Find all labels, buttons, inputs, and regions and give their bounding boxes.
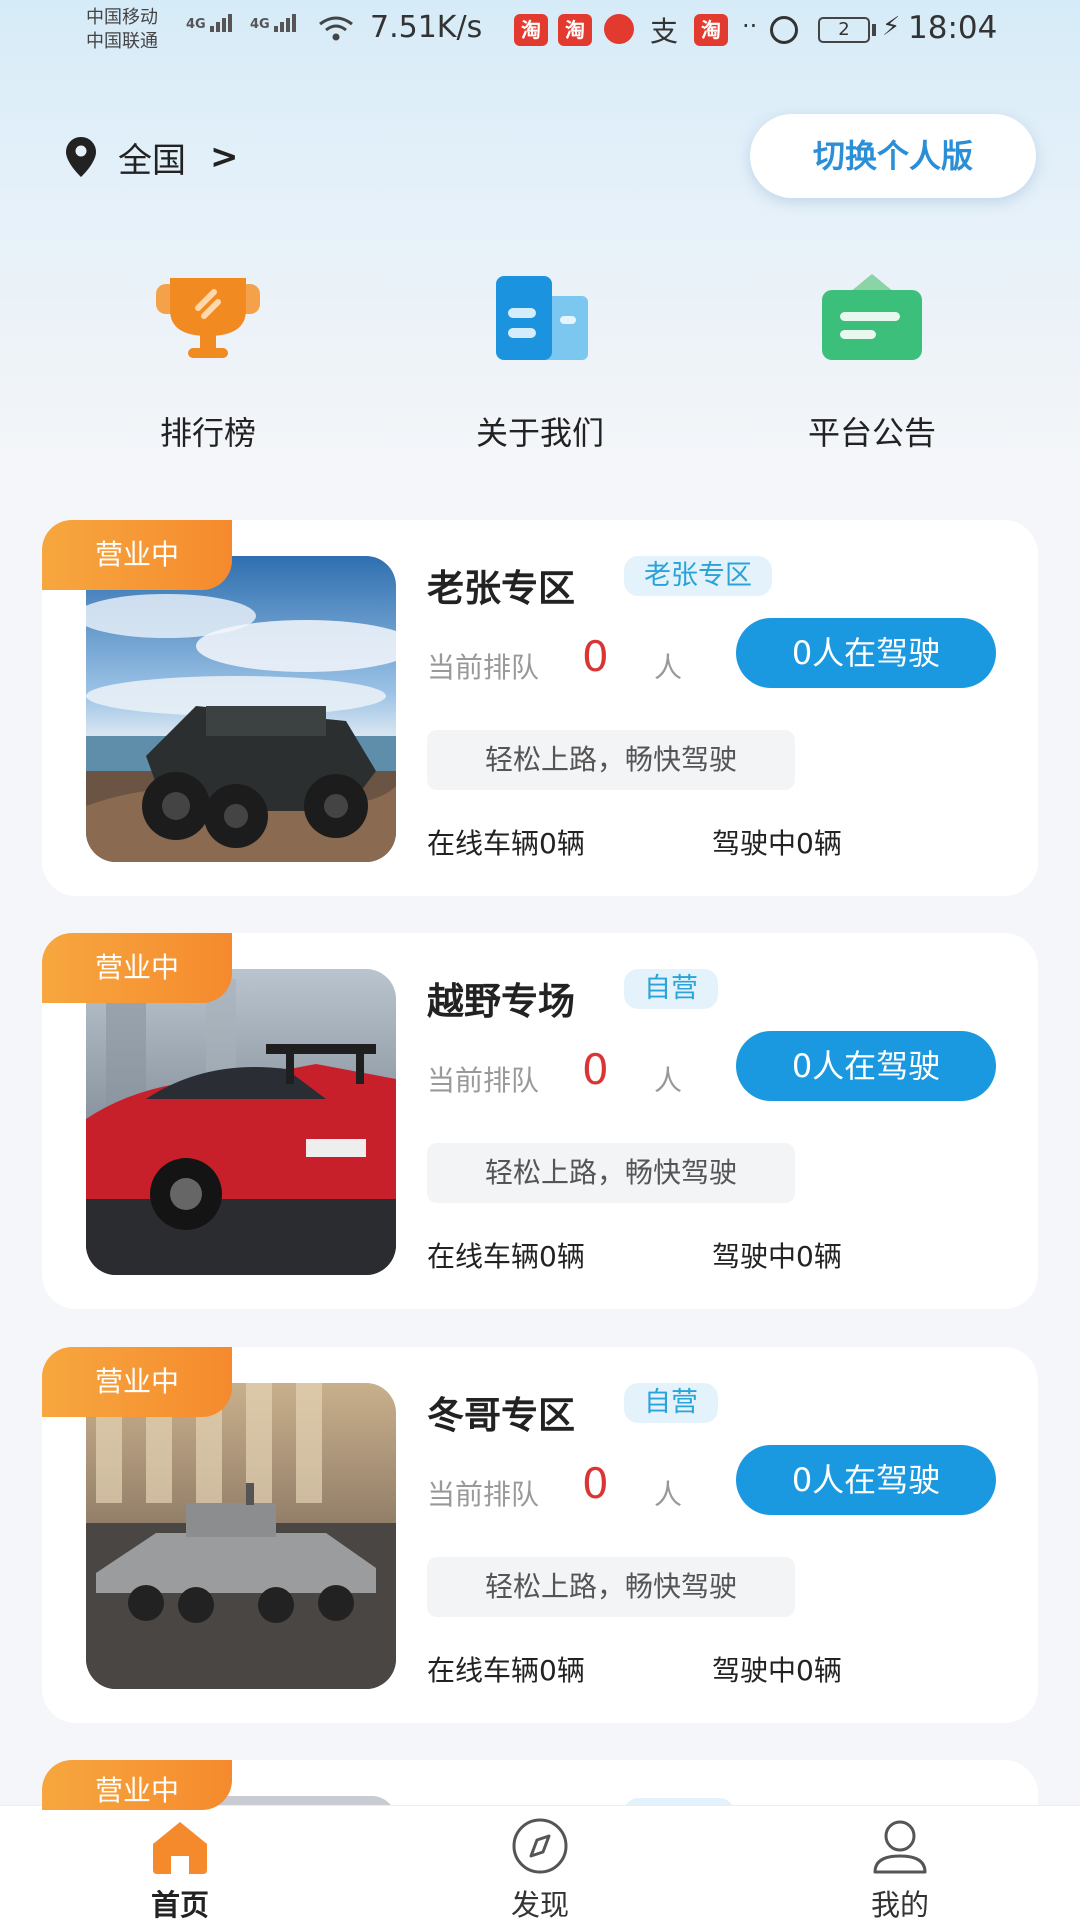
driving-vehicles: 驾驶中0辆 [712, 827, 842, 860]
alarm-icon [770, 16, 798, 44]
tab-discover[interactable]: 发现 [460, 1816, 620, 1920]
switch-personal-button[interactable]: 切换个人版 [750, 114, 1036, 198]
venue-title: 老张专区 [427, 567, 575, 610]
drivers-button[interactable]: 0人在驾驶 [736, 1445, 996, 1515]
online-vehicles: 在线车辆0辆 [427, 827, 585, 860]
tab-home-label: 首页 [150, 1888, 209, 1920]
user-icon [865, 1816, 935, 1876]
alipay-icon: 支 [650, 15, 679, 48]
tab-mine[interactable]: 我的 [820, 1816, 980, 1920]
venue-slogan: 轻松上路，畅快驾驶 [427, 1143, 795, 1203]
chevron-right-icon: > [210, 137, 239, 177]
nav-announcement-label: 平台公告 [807, 414, 936, 452]
carrier-2: 中国联通 [86, 31, 158, 52]
status-badge: 营业中 [42, 933, 232, 1003]
drivers-button[interactable]: 0人在驾驶 [736, 1031, 996, 1101]
app-badge-icon [604, 14, 634, 44]
venue-card[interactable]: 营业中 冬哥专区 自营 当前排队 0 人 0人在驾驶 轻松上路，畅快驾驶 在线车… [42, 1347, 1038, 1723]
signal-1-icon: 4G [186, 14, 234, 32]
status-badge: 营业中 [42, 1760, 232, 1810]
status-badge: 营业中 [42, 1347, 232, 1417]
queue-label: 当前排队 [427, 1478, 540, 1511]
venue-slogan: 轻松上路，畅快驾驶 [427, 730, 795, 790]
taobao-app-icon: 淘 [694, 14, 728, 46]
nav-announcement[interactable]: 平台公告 [762, 270, 982, 460]
location-label: 全国 [118, 140, 186, 181]
status-badge: 营业中 [42, 520, 232, 590]
charging-icon: ⚡ [882, 12, 901, 42]
signal-2-icon: 4G [250, 14, 298, 32]
battery-tip [872, 24, 876, 36]
bottom-tab-bar: 首页 发现 我的 [0, 1805, 1080, 1920]
queue-count: 0 [582, 632, 609, 681]
notice-board-icon [812, 270, 932, 370]
nav-ranking-label: 排行榜 [159, 414, 256, 452]
drivers-button[interactable]: 0人在驾驶 [736, 618, 996, 688]
venue-tag: 自营 [624, 969, 718, 1009]
queue-label: 当前排队 [427, 651, 540, 684]
driving-vehicles: 驾驶中0辆 [712, 1654, 842, 1687]
tab-discover-label: 发现 [510, 1888, 569, 1920]
tab-mine-label: 我的 [870, 1888, 929, 1920]
nav-ranking[interactable]: 排行榜 [98, 270, 318, 460]
nav-about-us[interactable]: 关于我们 [430, 270, 650, 460]
more-dots: ·· [742, 12, 758, 40]
venue-slogan: 轻松上路，畅快驾驶 [427, 1557, 795, 1617]
venue-tag: 老张专区 [624, 556, 772, 596]
venue-thumbnail [86, 1383, 396, 1689]
carrier-1: 中国移动 [86, 7, 158, 28]
home-icon [145, 1816, 215, 1876]
venue-title: 冬哥专区 [427, 1394, 575, 1437]
wifi-icon [316, 14, 356, 44]
taobao-app-icon: 淘 [558, 14, 592, 46]
compass-icon [505, 1816, 575, 1876]
net-type-1: 4G [186, 17, 206, 32]
status-bar: 中国移动 中国联通 4G 4G 7.51K/s 淘 淘 支 淘 ·· 2 ⚡ 1… [0, 0, 1080, 60]
driving-vehicles: 驾驶中0辆 [712, 1240, 842, 1273]
nav-about-label: 关于我们 [475, 414, 604, 452]
queue-count: 0 [582, 1459, 609, 1508]
tab-home[interactable]: 首页 [100, 1816, 260, 1920]
venue-card[interactable]: 营业中 老张专区 老张专区 当前排队 0 人 0人在驾驶 轻松上路，畅快驾驶 在… [42, 520, 1038, 896]
online-vehicles: 在线车辆0辆 [427, 1240, 585, 1273]
queue-count: 0 [582, 1045, 609, 1094]
trophy-icon [148, 270, 268, 370]
venue-thumbnail [86, 969, 396, 1275]
venue-card[interactable]: 营业中 越野专场 自营 当前排队 0 人 0人在驾驶 轻松上路，畅快驾驶 在线车… [42, 933, 1038, 1309]
building-icon [480, 270, 600, 370]
net-type-2: 4G [250, 17, 270, 32]
venue-thumbnail [86, 556, 396, 862]
queue-label: 当前排队 [427, 1064, 540, 1097]
location-selector[interactable]: 全国 > [66, 132, 239, 182]
location-pin-icon [66, 137, 96, 177]
online-vehicles: 在线车辆0辆 [427, 1654, 585, 1687]
venue-title: 越野专场 [427, 980, 575, 1023]
battery-icon: 2 [818, 17, 870, 43]
clock-time: 18:04 [908, 10, 998, 46]
queue-unit: 人 [654, 1064, 683, 1097]
venue-tag: 自营 [624, 1383, 718, 1423]
taobao-app-icon: 淘 [514, 14, 548, 46]
queue-unit: 人 [654, 1478, 683, 1511]
carrier-labels: 中国移动 中国联通 [86, 6, 158, 54]
net-speed: 7.51K/s [370, 10, 483, 45]
queue-unit: 人 [654, 651, 683, 684]
